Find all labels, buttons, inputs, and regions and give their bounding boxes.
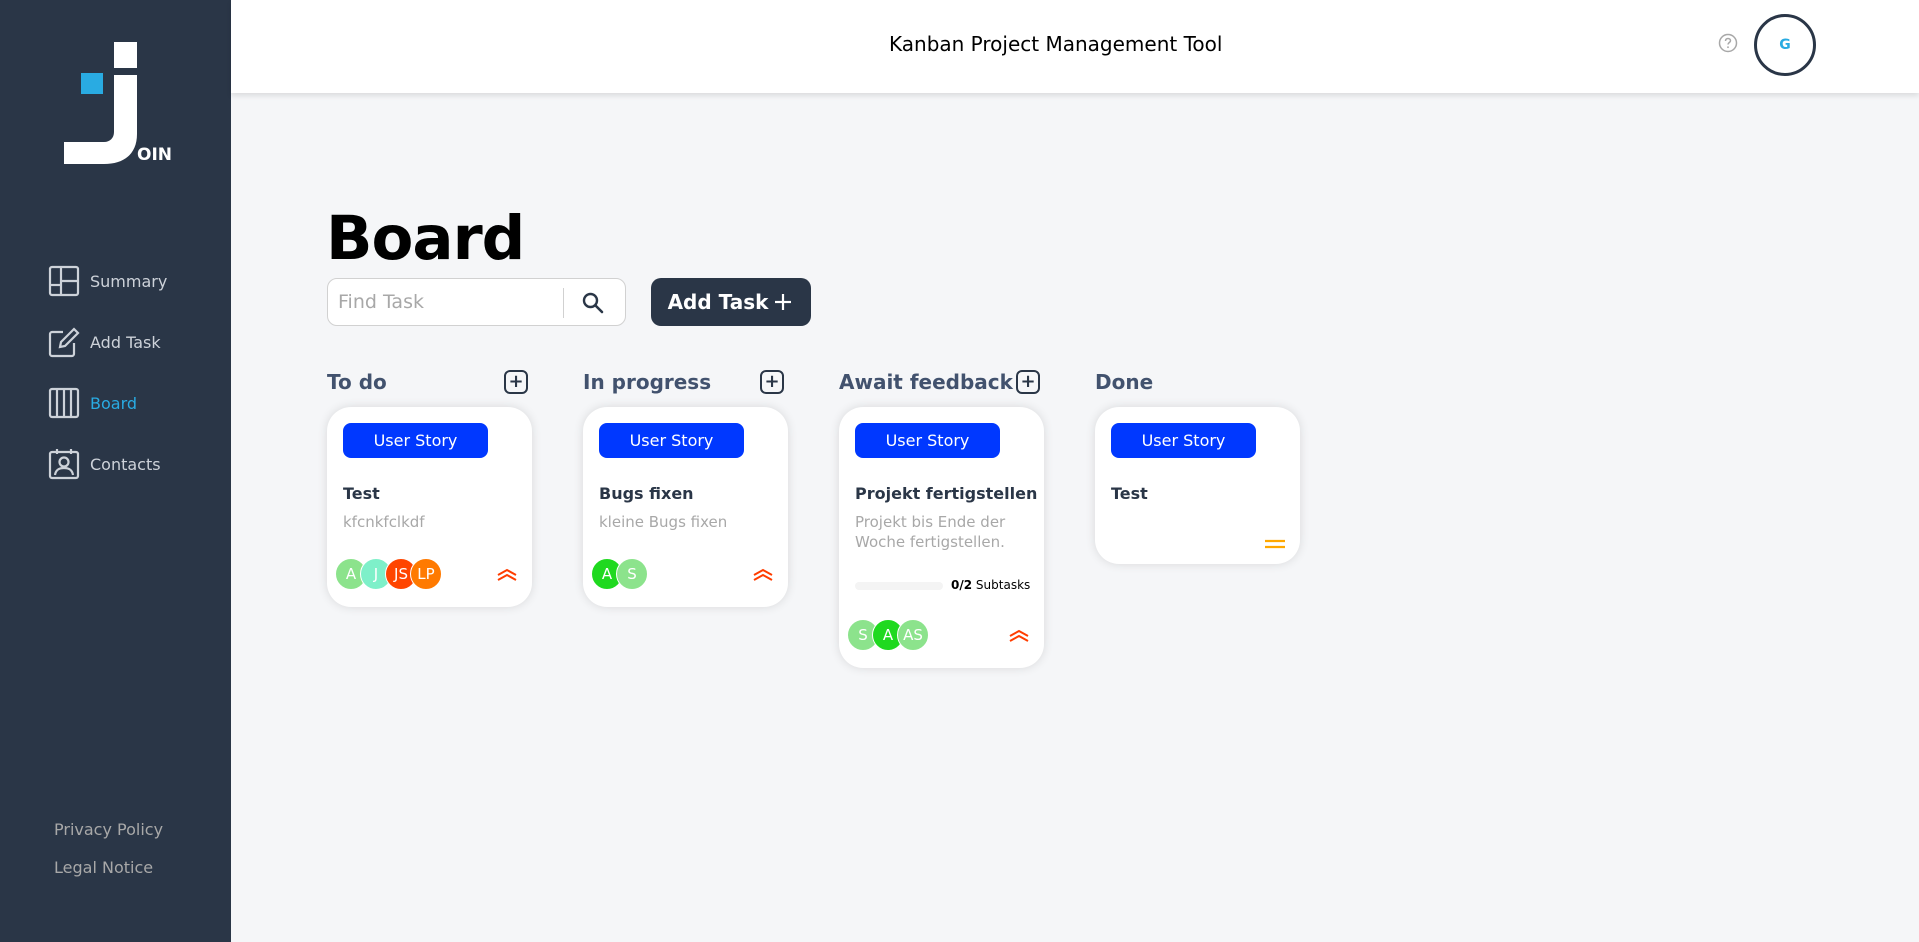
priority-urgent-icon	[753, 568, 773, 581]
legal-notice-link[interactable]: Legal Notice	[54, 858, 163, 877]
assignee-avatar: LP	[410, 558, 442, 590]
privacy-policy-link[interactable]: Privacy Policy	[54, 820, 163, 839]
user-avatar[interactable]: G	[1754, 14, 1816, 76]
assignee-avatar: AS	[897, 619, 929, 651]
sidebar-item-label: Add Task	[90, 332, 161, 352]
edit-icon	[48, 327, 80, 358]
subtask-progress-bar	[855, 582, 943, 590]
assignee-avatars: S A AS	[847, 619, 929, 651]
card-title: Projekt fertigstellen	[855, 484, 1038, 503]
task-card[interactable]: User Story Test	[1095, 407, 1300, 564]
subtasks-label: Subtasks	[975, 578, 1031, 592]
sidebar-item-add-task[interactable]: Add Task	[48, 325, 167, 359]
priority-medium-icon	[1265, 539, 1285, 549]
priority-urgent-icon	[1009, 629, 1029, 642]
card-description: kleine Bugs fixen	[599, 513, 728, 531]
card-description: kfcnkfclkdf	[343, 513, 425, 531]
search-icon[interactable]	[581, 291, 605, 315]
sidebar-item-board[interactable]: Board	[48, 386, 167, 420]
help-icon[interactable]	[1718, 33, 1738, 53]
top-header: Kanban Project Management Tool G	[231, 0, 1919, 93]
app-title: Kanban Project Management Tool	[889, 32, 1223, 56]
assignee-avatars: A S	[591, 558, 648, 590]
subtask-counter: 0/2 Subtasks	[951, 578, 1030, 592]
column-add-button[interactable]: +	[1016, 370, 1040, 394]
column-header-done: Done	[1095, 368, 1296, 396]
search-box	[327, 278, 626, 326]
sidebar-footer: Privacy Policy Legal Notice	[54, 820, 163, 896]
column-header-in-progress: In progress +	[583, 368, 784, 396]
board-icon	[48, 387, 80, 419]
task-card[interactable]: User Story Bugs fixen kleine Bugs fixen …	[583, 407, 788, 607]
sidebar-nav: Summary Add Task Board Contacts	[48, 264, 167, 508]
column-title: Await feedback	[839, 370, 1013, 394]
priority-urgent-icon	[497, 568, 517, 581]
category-tag: User Story	[855, 423, 1000, 458]
subtasks-total: /2	[959, 578, 973, 592]
sidebar-item-label: Contacts	[90, 454, 161, 474]
add-task-label: Add Task	[667, 290, 769, 314]
sidebar-item-summary[interactable]: Summary	[48, 264, 167, 298]
column-title: To do	[327, 370, 387, 394]
contacts-icon	[48, 449, 80, 480]
card-title: Bugs fixen	[599, 484, 694, 503]
column-header-await-feedback: Await feedback +	[839, 368, 1040, 396]
summary-icon	[48, 265, 80, 297]
card-title: Test	[343, 484, 380, 503]
card-description: Projekt bis Ende der Woche fertigstellen…	[855, 513, 1006, 551]
category-tag: User Story	[599, 423, 744, 458]
sidebar-item-contacts[interactable]: Contacts	[48, 447, 167, 481]
sidebar: OIN Summary Add Task Board Contacts Priv…	[0, 0, 231, 942]
sidebar-item-label: Summary	[90, 271, 168, 291]
column-header-todo: To do +	[327, 368, 528, 396]
search-divider	[563, 288, 564, 318]
task-card[interactable]: User Story Projekt fertigstellen Projekt…	[839, 407, 1044, 668]
assignee-avatar: S	[616, 558, 648, 590]
task-card[interactable]: User Story Test kfcnkfclkdf A J JS LP	[327, 407, 532, 607]
column-add-button[interactable]: +	[504, 370, 528, 394]
page-title: Board	[326, 203, 525, 274]
card-title: Test	[1111, 484, 1148, 503]
plus-icon	[775, 294, 792, 310]
assignee-avatars: A J JS LP	[335, 558, 442, 590]
column-title: Done	[1095, 370, 1154, 394]
search-input[interactable]	[338, 287, 558, 317]
add-task-button[interactable]: Add Task	[651, 278, 811, 326]
category-tag: User Story	[1111, 423, 1256, 458]
column-title: In progress	[583, 370, 712, 394]
logo-text: OIN	[137, 145, 173, 165]
column-add-button[interactable]: +	[760, 370, 784, 394]
sidebar-item-label: Board	[90, 393, 138, 413]
category-tag: User Story	[343, 423, 488, 458]
